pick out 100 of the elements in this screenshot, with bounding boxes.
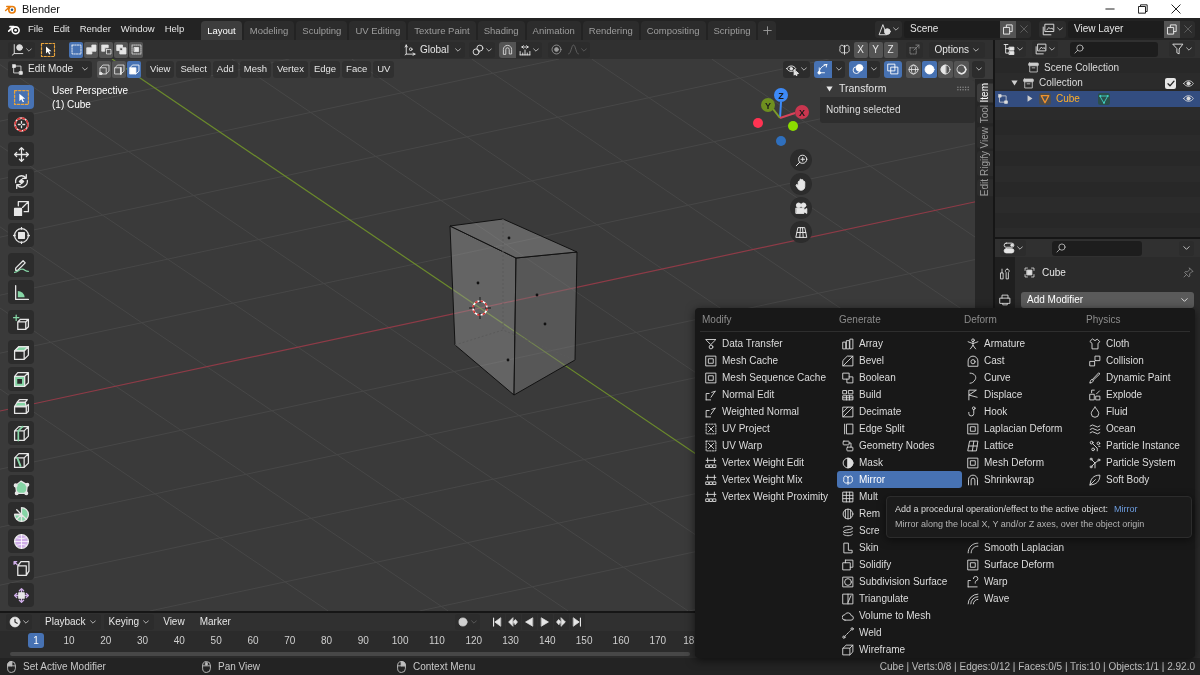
menu-item[interactable]: Triangulate bbox=[837, 590, 913, 607]
menu-item[interactable]: Mesh Deform bbox=[962, 454, 1048, 471]
menu-item[interactable]: Soft Body bbox=[1084, 471, 1154, 488]
current-frame-indicator[interactable]: 1 bbox=[28, 633, 44, 648]
menu-item[interactable]: Ocean bbox=[1084, 420, 1140, 437]
options-dropdown[interactable]: Options bbox=[928, 41, 985, 58]
select-mode-button[interactable] bbox=[97, 60, 111, 78]
tool-button[interactable] bbox=[8, 142, 34, 166]
properties-tab[interactable] bbox=[996, 292, 1014, 308]
select-tool-button[interactable] bbox=[39, 41, 57, 58]
workspace-tab[interactable]: Sculpting bbox=[296, 21, 348, 40]
workspace-tab[interactable]: Layout bbox=[201, 21, 242, 40]
proportional-edit-toggle[interactable] bbox=[547, 41, 565, 58]
workspace-tab[interactable]: Shading bbox=[477, 21, 525, 40]
menu-item[interactable]: Armature bbox=[962, 335, 1030, 352]
menu-item[interactable]: Help bbox=[159, 20, 190, 38]
menu-item[interactable]: Window bbox=[115, 20, 160, 38]
menu-item[interactable]: Hook bbox=[962, 403, 1012, 420]
menu-item[interactable]: Geometry Nodes bbox=[837, 437, 939, 454]
orientation-dropdown[interactable]: Global bbox=[400, 41, 465, 58]
menu-item[interactable]: Explode bbox=[1084, 386, 1147, 403]
display-toggle[interactable] bbox=[814, 60, 832, 78]
menu-item[interactable]: Array bbox=[837, 335, 887, 352]
axis-toggle[interactable]: X bbox=[853, 41, 868, 58]
menu-button[interactable]: Add bbox=[212, 60, 238, 78]
data-browse-button[interactable] bbox=[1039, 20, 1066, 38]
menu-item[interactable]: File bbox=[23, 20, 49, 38]
duplicate-button[interactable] bbox=[1164, 20, 1180, 38]
data-browse-button[interactable] bbox=[875, 20, 902, 38]
workspace-tab[interactable]: Scripting bbox=[707, 21, 757, 40]
shading-mode-button[interactable] bbox=[922, 60, 937, 78]
snap-toggle[interactable] bbox=[498, 41, 516, 58]
menu-item[interactable]: Mult bbox=[837, 488, 882, 505]
menu-item[interactable]: Scre bbox=[837, 522, 884, 539]
select-mode-button[interactable] bbox=[112, 60, 126, 78]
menu-button[interactable]: Edge bbox=[309, 60, 341, 78]
editor-type-button[interactable] bbox=[8, 41, 35, 58]
menu-item[interactable]: Decimate bbox=[837, 403, 906, 420]
menu-item[interactable]: Mesh Sequence Cache bbox=[700, 369, 830, 386]
shading-mode-button[interactable] bbox=[938, 60, 953, 78]
menu-item[interactable]: Cloth bbox=[1084, 335, 1134, 352]
menu-item[interactable]: Skin bbox=[837, 539, 883, 556]
menu-button[interactable]: Vertex bbox=[272, 60, 308, 78]
record-button[interactable] bbox=[454, 614, 480, 630]
tool-button[interactable] bbox=[8, 280, 34, 304]
tool-button[interactable] bbox=[8, 394, 34, 418]
shading-mode-button[interactable] bbox=[954, 60, 969, 78]
shading-mode-button[interactable] bbox=[906, 60, 921, 78]
menu-item[interactable]: Laplacian Deform bbox=[962, 420, 1067, 437]
view-layer-field[interactable]: View Layer bbox=[1068, 20, 1164, 38]
sidebar-tab[interactable]: Tool bbox=[977, 105, 993, 124]
menu-item[interactable]: Curve bbox=[962, 369, 1015, 386]
jump-end-button[interactable] bbox=[569, 614, 585, 630]
select-mode-button[interactable] bbox=[127, 60, 141, 78]
filter-dropdown[interactable] bbox=[1169, 41, 1195, 57]
selection-mode-button[interactable] bbox=[99, 41, 113, 58]
menu-item[interactable]: Displace bbox=[962, 386, 1027, 403]
menu-item[interactable]: Dynamic Paint bbox=[1084, 369, 1175, 386]
search-field[interactable] bbox=[1070, 41, 1158, 57]
menu-item[interactable]: Boolean bbox=[837, 369, 900, 386]
menu-dropdown[interactable]: Keying bbox=[103, 614, 155, 630]
menu-item[interactable]: Render bbox=[74, 20, 116, 38]
tool-button[interactable] bbox=[8, 169, 34, 193]
tool-button[interactable] bbox=[8, 475, 34, 499]
workspace-tab[interactable]: UV Editing bbox=[349, 21, 407, 40]
workspace-tab[interactable]: Modeling bbox=[243, 21, 295, 40]
snap-target-dropdown[interactable] bbox=[515, 41, 542, 58]
menu-button[interactable]: Select bbox=[176, 60, 211, 78]
menu-item[interactable]: Normal Edit bbox=[700, 386, 779, 403]
add-workspace-button[interactable] bbox=[758, 21, 777, 40]
menu-item[interactable]: Warp bbox=[962, 573, 1012, 590]
menu-item[interactable]: Volume to Mesh bbox=[837, 607, 935, 624]
outliner-row[interactable]: Scene Collection bbox=[995, 60, 1200, 76]
tool-button[interactable] bbox=[8, 502, 34, 526]
sidebar-tab[interactable]: Rigify bbox=[977, 151, 993, 177]
tool-button[interactable] bbox=[8, 421, 34, 445]
outliner-row[interactable]: Cube bbox=[995, 91, 1200, 107]
tool-button[interactable] bbox=[8, 253, 34, 277]
selection-mode-button[interactable] bbox=[84, 41, 98, 58]
menu-dropdown[interactable]: Playback bbox=[40, 614, 101, 630]
menu-item[interactable]: Mirror bbox=[837, 471, 962, 488]
visibility-toggle[interactable] bbox=[1182, 92, 1194, 105]
menu-item[interactable]: Smooth Laplacian bbox=[962, 539, 1069, 556]
pan-button[interactable] bbox=[790, 173, 812, 195]
menu-item[interactable]: Mask bbox=[837, 454, 887, 471]
menu-item[interactable]: Cast bbox=[962, 352, 1009, 369]
menu-item[interactable]: Data Transfer bbox=[700, 335, 787, 352]
play-button[interactable] bbox=[537, 614, 553, 630]
menu-item[interactable]: Bevel bbox=[837, 352, 888, 369]
menu-button[interactable]: UV bbox=[373, 60, 395, 78]
menu-item[interactable]: Fluid bbox=[1084, 403, 1132, 420]
workspace-tab[interactable]: Rendering bbox=[582, 21, 639, 40]
menu-button[interactable]: Face bbox=[342, 60, 372, 78]
menu-item[interactable]: Rem bbox=[837, 505, 885, 522]
tool-button[interactable] bbox=[8, 583, 34, 607]
menu-item[interactable]: UV Project bbox=[700, 420, 774, 437]
previous-keyframe-button[interactable] bbox=[505, 614, 521, 630]
workspace-tab[interactable]: Compositing bbox=[640, 21, 706, 40]
menu-item[interactable]: Wave bbox=[962, 590, 1014, 607]
add-modifier-dropdown[interactable]: Add Modifier bbox=[1021, 292, 1194, 308]
